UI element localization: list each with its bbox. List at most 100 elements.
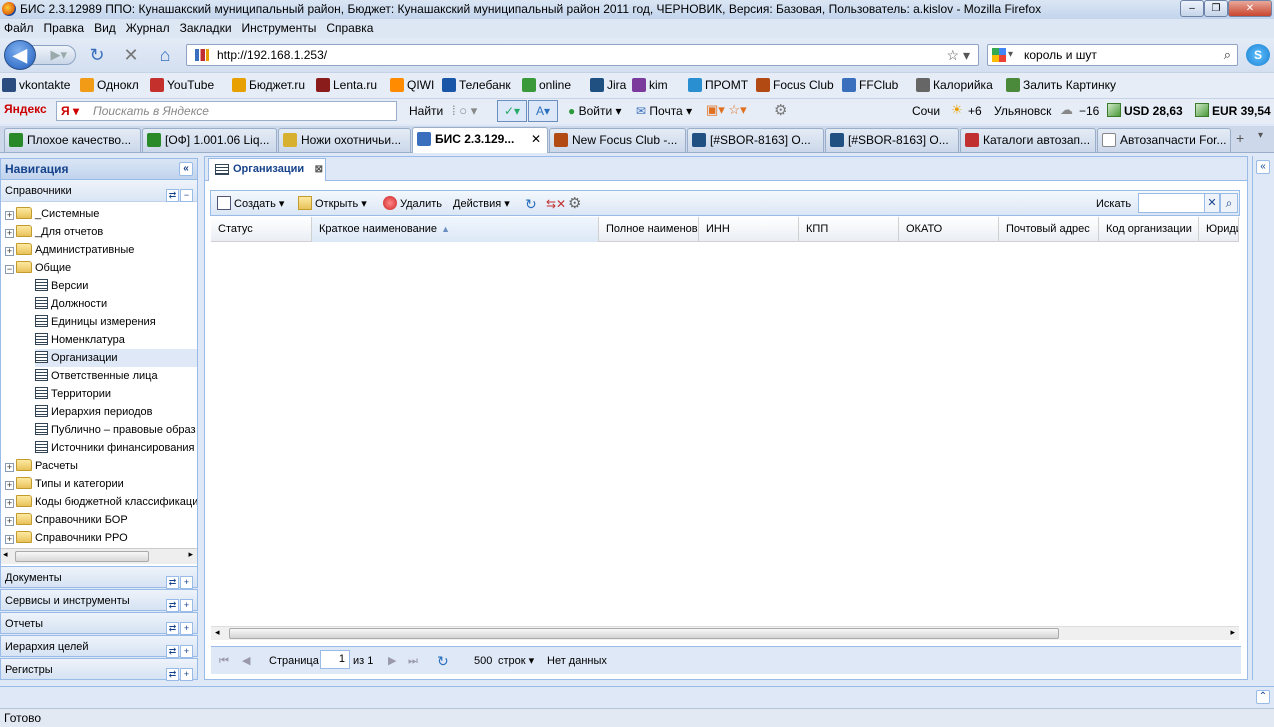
skype-icon[interactable]: S — [1246, 44, 1270, 66]
bookmark-0[interactable]: vkontakte — [2, 76, 70, 94]
tree-item[interactable]: Иерархия периодов — [35, 403, 197, 421]
bookmark-5[interactable]: QIWI — [390, 76, 434, 94]
column-header[interactable]: Краткое наименование ▲ — [312, 217, 599, 242]
expand-right-icon[interactable]: « — [1256, 160, 1270, 174]
tree-item[interactable]: + Справочники РРО — [5, 529, 197, 547]
back-button[interactable]: ◀ — [4, 40, 36, 70]
refresh-icon[interactable]: ⇄ — [166, 668, 179, 681]
menu-item-3[interactable]: Журнал — [126, 19, 170, 38]
rows-label[interactable]: строк ▾ — [498, 653, 534, 669]
scroll-right-arrow-icon[interactable]: ▸ — [188, 549, 193, 560]
column-header[interactable]: Статус — [211, 217, 312, 242]
refresh-icon[interactable]: ⇄ — [166, 622, 179, 635]
search-icon[interactable]: ⌕ — [1220, 193, 1238, 213]
tree-item[interactable]: Публично – правовые образ — [35, 421, 197, 439]
tree-item[interactable]: Единицы измерения — [35, 313, 197, 331]
collapse-icon[interactable]: − — [180, 189, 193, 202]
collapse-left-icon[interactable]: « — [179, 162, 193, 176]
last-page-icon[interactable]: ⏭ — [408, 653, 418, 669]
yandex-mail-button[interactable]: ✉ Почта ▾ — [636, 104, 692, 118]
page-number-input[interactable]: 1 — [320, 650, 350, 669]
tree-item[interactable]: Организации — [35, 349, 197, 367]
usd-rate[interactable]: USD 28,63 — [1124, 104, 1183, 118]
expand-bottom-icon[interactable]: ⌃ — [1256, 690, 1270, 704]
tree-item[interactable]: + Расчеты — [5, 457, 197, 475]
grid-settings-icon[interactable]: ⚙ — [568, 195, 581, 213]
bookmark-9[interactable]: kim — [632, 76, 668, 94]
tree-item[interactable]: Версии — [35, 277, 197, 295]
browser-tab-0[interactable]: Плохое качество... — [4, 128, 141, 152]
yandex-find-button[interactable]: Найти — [409, 104, 443, 118]
tree-item[interactable]: Источники финансирования — [35, 439, 197, 457]
column-header[interactable]: Почтовый адрес — [999, 217, 1099, 242]
tree-item[interactable]: + Типы и категории — [5, 475, 197, 493]
expand-icon[interactable]: + — [180, 645, 193, 658]
tree-item[interactable]: Ответственные лица — [35, 367, 197, 385]
tab-organizacii[interactable]: Организации ⊠ — [208, 158, 326, 181]
nav-section-2[interactable]: Отчеты ⇄ + — [0, 612, 198, 635]
forward-button[interactable]: ▶▾ — [32, 45, 76, 65]
nav-section-0[interactable]: Документы ⇄ + — [0, 566, 198, 589]
eur-rate[interactable]: EUR 39,54 — [1212, 104, 1271, 118]
maximize-button[interactable]: ❐ — [1204, 0, 1228, 17]
market-icon[interactable]: ▣▾ ☆▾ — [706, 102, 747, 118]
menu-item-1[interactable]: Правка — [44, 19, 85, 38]
refresh-icon[interactable]: ⇄ — [166, 645, 179, 658]
browser-tab-7[interactable]: Каталоги автозап... — [960, 128, 1096, 152]
column-header[interactable]: ОКАТО — [899, 217, 999, 242]
close-tab-icon[interactable]: ⊠ — [315, 159, 323, 180]
scroll-thumb[interactable] — [15, 551, 149, 562]
bookmark-11[interactable]: Focus Club — [756, 76, 834, 94]
tree-item[interactable]: − Общие — [5, 259, 197, 277]
yandex-search-input[interactable]: Я ▾ Поискать в Яндексе — [56, 101, 397, 121]
prev-page-icon[interactable]: ◀ — [242, 653, 250, 669]
tree-item[interactable]: + _Для отчетов — [5, 223, 197, 241]
tree-item[interactable]: Должности — [35, 295, 197, 313]
minimize-button[interactable]: – — [1180, 0, 1204, 17]
column-header[interactable]: Полное наименова — [599, 217, 699, 242]
expand-icon[interactable]: + — [180, 599, 193, 612]
nav-section-4[interactable]: Регистры ⇄ + — [0, 658, 198, 681]
column-header[interactable]: Юриди — [1199, 217, 1239, 242]
bookmark-2[interactable]: YouTube — [150, 76, 214, 94]
browser-tab-3[interactable]: БИС 2.3.129... ✕ — [412, 127, 548, 153]
browser-tab-4[interactable]: New Focus Club -... — [549, 128, 686, 152]
menu-item-4[interactable]: Закладки — [180, 19, 232, 38]
expand-toggle-icon[interactable]: + — [5, 481, 14, 490]
browser-tab-8[interactable]: Автозапчасти For... — [1097, 128, 1231, 152]
menu-item-6[interactable]: Справка — [326, 19, 373, 38]
browser-tab-6[interactable]: [#SBOR-8163] О... — [825, 128, 959, 152]
yandex-login-button[interactable]: ● Войти ▾ — [568, 104, 622, 118]
browser-tab-2[interactable]: Ножи охотничьи... — [278, 128, 411, 152]
create-button[interactable]: Создать ▾ — [217, 195, 284, 213]
bookmark-1[interactable]: Однокл — [80, 76, 139, 94]
column-header[interactable]: Код организации — [1099, 217, 1199, 242]
expand-toggle-icon[interactable]: + — [5, 211, 14, 220]
browser-tab-5[interactable]: [#SBOR-8163] О... — [687, 128, 824, 152]
tree-horizontal-scrollbar[interactable]: ◂ ▸ — [1, 548, 197, 564]
close-tab-icon[interactable]: ✕ — [531, 128, 541, 150]
tree-item[interactable]: Территории — [35, 385, 197, 403]
menu-item-5[interactable]: Инструменты — [242, 19, 317, 38]
expand-toggle-icon[interactable]: − — [5, 265, 14, 274]
menu-item-2[interactable]: Вид — [94, 19, 116, 38]
tree-item[interactable]: + _Системные — [5, 205, 197, 223]
scroll-left-arrow-icon[interactable]: ◂ — [3, 549, 8, 560]
bookmark-12[interactable]: FFClub — [842, 76, 898, 94]
bookmark-8[interactable]: Jira — [590, 76, 626, 94]
settings-gear-icon[interactable]: ⚙ — [774, 101, 787, 119]
rows-count[interactable]: 500 — [474, 653, 492, 669]
menu-item-0[interactable]: Файл — [4, 19, 34, 38]
expand-icon[interactable]: + — [180, 576, 193, 589]
expand-toggle-icon[interactable]: + — [5, 247, 14, 256]
expand-toggle-icon[interactable]: + — [5, 535, 14, 544]
grid-scroll-thumb[interactable] — [229, 628, 1059, 639]
first-page-icon[interactable]: ⏮ — [219, 653, 229, 669]
expand-toggle-icon[interactable]: + — [5, 499, 14, 508]
column-header[interactable]: ИНН — [699, 217, 799, 242]
column-header[interactable]: КПП — [799, 217, 899, 242]
bookmark-6[interactable]: Телебанк — [442, 76, 511, 94]
clear-filter-icon[interactable]: ⇆✕ — [546, 195, 566, 213]
expand-toggle-icon[interactable]: + — [5, 517, 14, 526]
reload-icon[interactable]: ↻ — [86, 44, 108, 66]
